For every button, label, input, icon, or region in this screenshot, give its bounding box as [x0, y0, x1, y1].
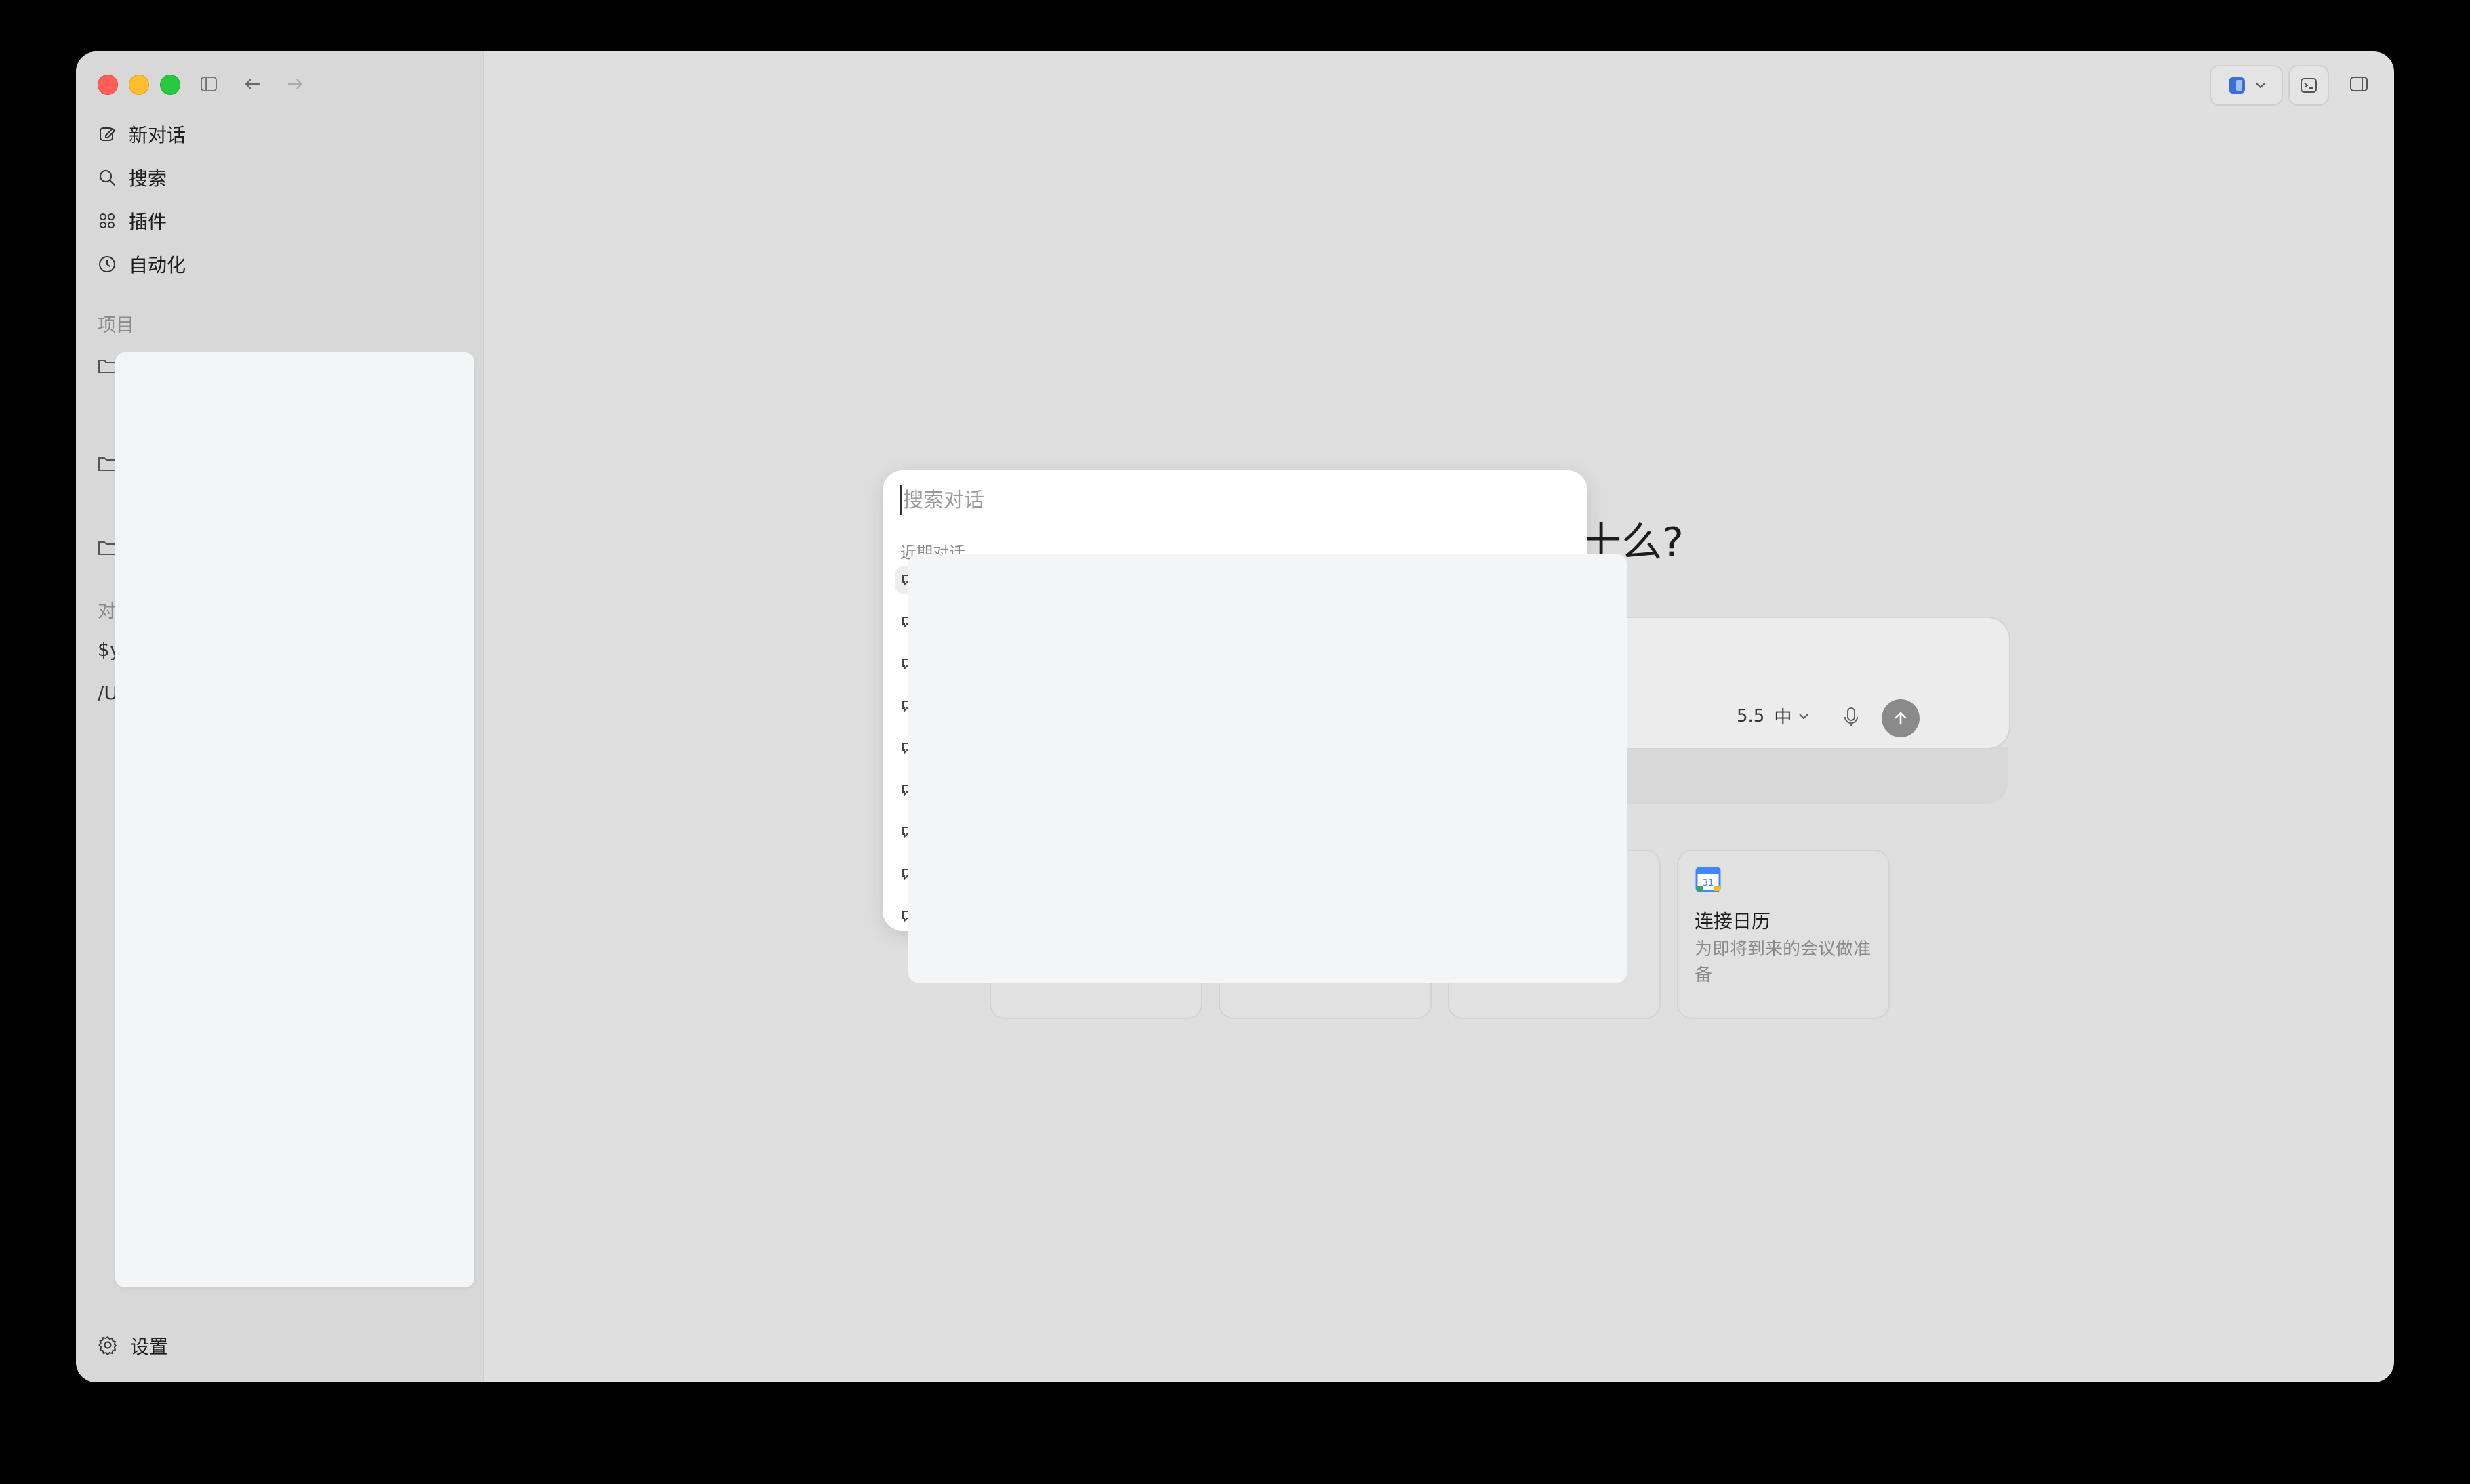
- app-icon: [2229, 77, 2245, 94]
- nav-search[interactable]: 搜索: [96, 159, 167, 197]
- nav-label: 搜索: [129, 167, 167, 190]
- app-switcher-dropdown[interactable]: [2210, 65, 2283, 106]
- nav-label: 插件: [129, 211, 167, 233]
- effort-label: 中: [1774, 707, 1792, 728]
- settings-label: 设置: [130, 1336, 169, 1358]
- forward-arrow-icon[interactable]: [282, 70, 309, 98]
- nav-label: 自动化: [129, 254, 186, 276]
- clock-icon: [96, 253, 118, 275]
- folder-icon[interactable]: [98, 539, 117, 558]
- minimize-window-button[interactable]: [129, 75, 149, 95]
- model-label: 5.5: [1737, 705, 1765, 726]
- sidebar: 新对话 搜索 插件 自动化 项目 对 $y /U 设置: [76, 51, 484, 1382]
- chevron-down-icon: [1799, 713, 1809, 719]
- model-selector[interactable]: 5.5 中: [1737, 703, 1810, 728]
- card-description: 为即将到来的会议做准备: [1695, 939, 1871, 985]
- conversations-section-label: 对: [98, 601, 116, 622]
- grid-icon: [96, 210, 118, 232]
- terminal-button[interactable]: [2288, 65, 2329, 106]
- close-window-button[interactable]: [98, 75, 118, 95]
- results-overlay-panel: [908, 554, 1627, 983]
- compose-icon: [96, 123, 118, 145]
- nav-label: 新对话: [129, 124, 186, 146]
- right-panel-toggle-icon[interactable]: [2345, 70, 2372, 98]
- sidebar-popover: [115, 352, 474, 1287]
- projects-section-label: 项目: [98, 315, 134, 336]
- settings-button[interactable]: 设置: [98, 1327, 168, 1365]
- nav-new-chat[interactable]: 新对话: [96, 115, 186, 153]
- microphone-icon[interactable]: [1842, 706, 1860, 732]
- suggestion-card-calendar[interactable]: 31 连接日历 为即将到来的会议做准备: [1677, 850, 1890, 1019]
- back-arrow-icon[interactable]: [239, 70, 266, 98]
- folder-icon[interactable]: [98, 455, 117, 474]
- terminal-icon: [2301, 78, 2317, 93]
- search-icon: [96, 167, 118, 188]
- send-button[interactable]: [1882, 699, 1920, 737]
- chevron-down-icon: [2256, 83, 2265, 89]
- card-title: 连接日历: [1695, 910, 1771, 932]
- search-input[interactable]: [900, 485, 1513, 515]
- nav-plugins[interactable]: 插件: [96, 202, 167, 240]
- nav-automation[interactable]: 自动化: [96, 245, 186, 283]
- app-window: 新对话 搜索 插件 自动化 项目 对 $y /U 设置 十么? 5.5 中 31…: [76, 51, 2394, 1382]
- svg-text:31: 31: [1703, 878, 1714, 888]
- calendar-icon: 31: [1695, 866, 1722, 896]
- arrow-up-icon: [1895, 712, 1907, 725]
- maximize-window-button[interactable]: [160, 75, 180, 95]
- sidebar-toggle-icon[interactable]: [195, 70, 222, 98]
- gear-icon: [98, 1335, 119, 1357]
- folder-icon[interactable]: [98, 358, 117, 377]
